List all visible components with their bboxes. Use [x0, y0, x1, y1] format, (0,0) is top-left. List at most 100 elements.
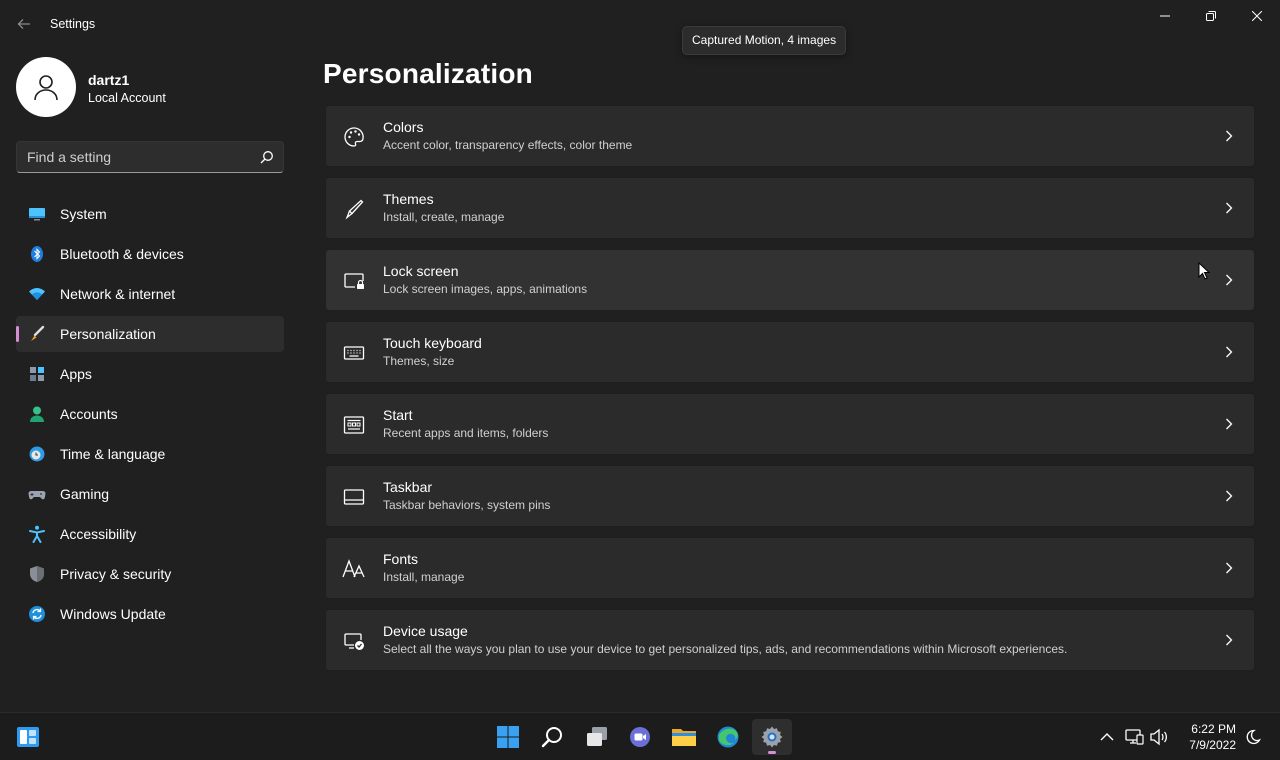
file-explorer-button[interactable]: [664, 719, 704, 755]
chat-icon: [630, 727, 650, 747]
lock-screen-card[interactable]: Lock screen Lock screen images, apps, an…: [325, 249, 1255, 311]
minimize-icon: [1160, 15, 1170, 17]
settings-taskbar-button[interactable]: [752, 719, 792, 755]
bluetooth-icon: [28, 245, 46, 263]
themes-card[interactable]: Themes Install, create, manage: [325, 177, 1255, 239]
restore-icon: [1206, 11, 1216, 21]
card-title: Colors: [383, 119, 424, 135]
sidebar-item-label: System: [60, 206, 107, 222]
card-subtitle: Accent color, transparency effects, colo…: [383, 138, 633, 152]
search-icon: [541, 727, 562, 748]
network-icon: [1125, 729, 1144, 745]
back-arrow-icon: [17, 19, 30, 29]
close-button[interactable]: [1234, 0, 1280, 32]
edge-icon: [717, 726, 739, 748]
close-icon: [1252, 11, 1262, 21]
app-title: Settings: [50, 17, 96, 31]
volume-tray-button[interactable]: [1147, 725, 1171, 749]
focus-assist-button[interactable]: [1241, 725, 1265, 749]
chevron-right-icon: [1222, 201, 1236, 215]
search-button[interactable]: [259, 149, 275, 165]
clock-date: 7/9/2022: [1189, 738, 1236, 752]
page-title: Personalization: [323, 58, 533, 89]
file-explorer-icon: [672, 729, 696, 746]
widgets-button[interactable]: [8, 719, 48, 755]
sidebar-item-label: Personalization: [60, 326, 156, 342]
chevron-right-icon: [1222, 417, 1236, 431]
clock-time: 6:22 PM: [1191, 722, 1236, 736]
apps-icon: [28, 365, 46, 383]
chevron-right-icon: [1222, 561, 1236, 575]
chevron-right-icon: [1222, 633, 1236, 647]
keyboard-icon: [342, 341, 366, 365]
chevron-up-icon: [1100, 733, 1114, 741]
device-usage-icon: [342, 629, 366, 653]
clock-globe-icon: [28, 445, 46, 463]
clock[interactable]: 6:22 PM 7/9/2022: [1176, 721, 1236, 753]
network-tray-button[interactable]: [1122, 725, 1146, 749]
sidebar-item-apps[interactable]: Apps: [16, 356, 284, 392]
mouse-cursor-icon: [1198, 261, 1211, 285]
sidebar-item-bluetooth[interactable]: Bluetooth & devices: [16, 236, 284, 272]
task-view-icon: [587, 727, 607, 746]
show-hidden-icons-button[interactable]: [1095, 725, 1119, 749]
back-button[interactable]: [12, 12, 36, 36]
widgets-icon: [17, 727, 39, 747]
minimize-button[interactable]: [1142, 0, 1188, 32]
sidebar-item-privacy[interactable]: Privacy & security: [16, 556, 284, 592]
active-app-indicator: [768, 751, 776, 754]
restore-button[interactable]: [1188, 0, 1234, 32]
user-profile[interactable]: dartz1 Local Account: [16, 57, 296, 117]
user-icon: [34, 75, 58, 101]
moon-icon: [1246, 729, 1261, 745]
fonts-icon: [342, 557, 366, 581]
settings-list: Colors Accent color, transparency effect…: [325, 105, 1255, 681]
accounts-icon: [28, 405, 46, 423]
search-input[interactable]: [17, 142, 247, 172]
sidebar-item-system[interactable]: System: [16, 196, 284, 232]
sidebar-item-windows-update[interactable]: Windows Update: [16, 596, 284, 632]
sidebar-item-network[interactable]: Network & internet: [16, 276, 284, 312]
sidebar-item-label: Network & internet: [60, 286, 176, 302]
card-subtitle: Lock screen images, apps, animations: [383, 282, 588, 296]
tooltip: Captured Motion, 4 images: [682, 26, 847, 55]
edge-button[interactable]: [708, 719, 748, 755]
card-title: Start: [383, 407, 413, 423]
wifi-icon: [28, 285, 46, 303]
card-title: Fonts: [383, 551, 419, 567]
start-button[interactable]: [488, 719, 528, 755]
device-usage-card[interactable]: Device usage Select all the ways you pla…: [325, 609, 1255, 671]
system-icon: [28, 205, 46, 223]
windows-start-icon: [497, 726, 519, 748]
active-indicator: [16, 326, 19, 342]
sidebar-item-label: Accessibility: [60, 526, 137, 542]
search-box[interactable]: [16, 141, 284, 173]
colors-card[interactable]: Colors Accent color, transparency effect…: [325, 105, 1255, 167]
task-view-button[interactable]: [577, 719, 617, 755]
sidebar-item-label: Bluetooth & devices: [60, 246, 184, 262]
card-subtitle: Themes, size: [383, 354, 455, 368]
sidebar-item-personalization[interactable]: Personalization: [16, 316, 284, 352]
taskbar-search-button[interactable]: [532, 719, 572, 755]
card-title: Touch keyboard: [383, 335, 482, 351]
chevron-right-icon: [1222, 129, 1236, 143]
touch-keyboard-card[interactable]: Touch keyboard Themes, size: [325, 321, 1255, 383]
accessibility-icon: [28, 525, 46, 543]
chat-button[interactable]: [620, 719, 660, 755]
taskbar-card[interactable]: Taskbar Taskbar behaviors, system pins: [325, 465, 1255, 527]
taskbar: 6:22 PM 7/9/2022: [0, 712, 1280, 760]
start-menu-icon: [342, 413, 366, 437]
volume-icon: [1150, 728, 1168, 746]
chevron-right-icon: [1222, 273, 1236, 287]
fonts-card[interactable]: Fonts Install, manage: [325, 537, 1255, 599]
chevron-right-icon: [1222, 345, 1236, 359]
sidebar-item-accounts[interactable]: Accounts: [16, 396, 284, 432]
card-title: Device usage: [383, 623, 468, 639]
card-subtitle: Install, create, manage: [383, 210, 505, 224]
sidebar-item-time-language[interactable]: Time & language: [16, 436, 284, 472]
sidebar-item-accessibility[interactable]: Accessibility: [16, 516, 284, 552]
chevron-right-icon: [1222, 489, 1236, 503]
sidebar-item-gaming[interactable]: Gaming: [16, 476, 284, 512]
start-card[interactable]: Start Recent apps and items, folders: [325, 393, 1255, 455]
shield-icon: [28, 565, 46, 583]
